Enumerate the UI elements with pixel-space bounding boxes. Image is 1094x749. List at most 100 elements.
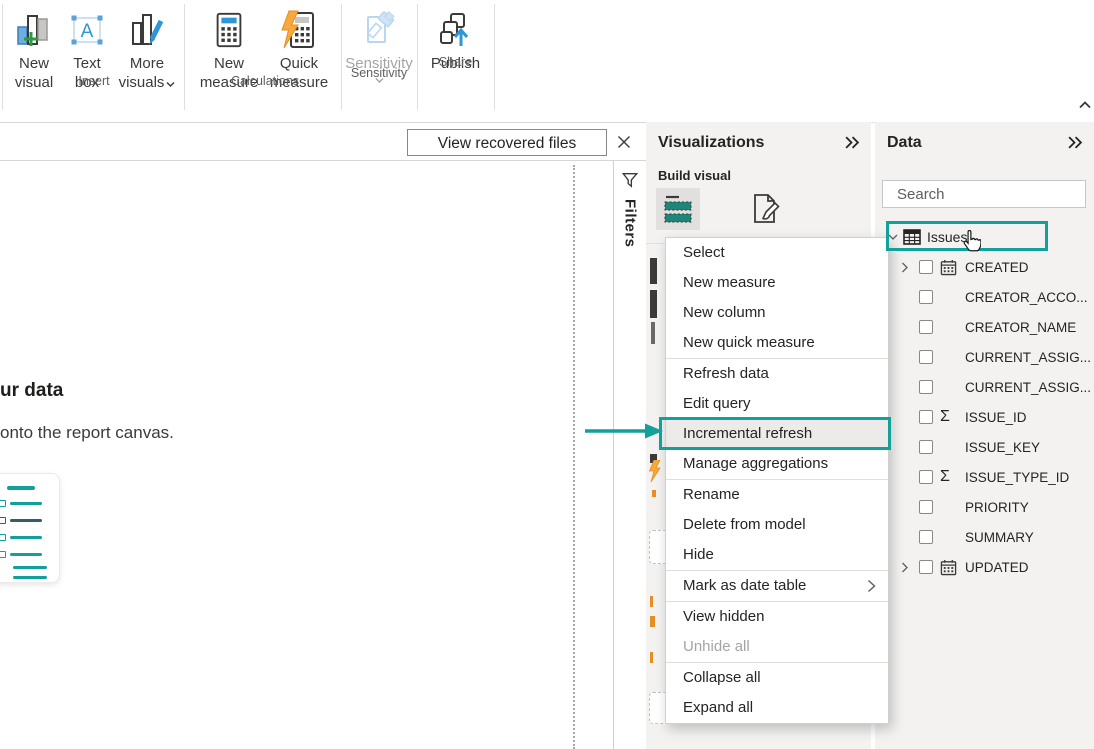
data-pane: Data Issues CREATED CREATOR_ACCO.: [875, 122, 1094, 749]
table-name: Issues: [927, 229, 967, 245]
menu-item-mark-as-date-table[interactable]: Mark as date table: [666, 571, 888, 601]
format-visual-tab[interactable]: [744, 190, 784, 228]
chevron-up-icon: [1078, 100, 1092, 109]
menu-item-select[interactable]: Select: [666, 238, 888, 268]
menu-item-manage-aggregations[interactable]: Manage aggregations: [666, 449, 888, 479]
recovered-files-bar: View recovered files: [0, 122, 646, 161]
field-checkbox[interactable]: [919, 410, 933, 424]
format-brush-icon: [746, 191, 782, 227]
fields-illustration: [0, 473, 60, 583]
ribbon-separator: [184, 4, 185, 110]
field-row-current-assignee-1[interactable]: CURRENT_ASSIG...: [875, 342, 1094, 372]
canvas-heading: ur data: [0, 380, 63, 402]
build-visual-label: Build visual: [658, 168, 731, 183]
menu-item-new-column[interactable]: New column: [666, 298, 888, 328]
data-pane-title: Data: [887, 134, 922, 152]
menu-item-delete-from-model[interactable]: Delete from model: [666, 510, 888, 540]
ribbon-group-label-calculations: Calculations: [190, 74, 340, 88]
field-checkbox[interactable]: [919, 290, 933, 304]
menu-item-expand-all[interactable]: Expand all: [666, 693, 888, 723]
field-row-issue-type-id[interactable]: Σ ISSUE_TYPE_ID: [875, 462, 1094, 492]
field-row-created[interactable]: CREATED: [875, 252, 1094, 282]
sigma-icon: Σ: [940, 409, 950, 425]
visualizations-title: Visualizations: [658, 134, 764, 152]
field-checkbox[interactable]: [919, 440, 933, 454]
menu-item-new-quick-measure[interactable]: New quick measure: [666, 328, 888, 358]
menu-item-unhide-all: Unhide all: [666, 632, 888, 662]
ribbon: New visual A Text box: [0, 0, 1094, 123]
menu-item-hide[interactable]: Hide: [666, 540, 888, 570]
svg-text:A: A: [81, 21, 94, 42]
field-row-summary[interactable]: SUMMARY: [875, 522, 1094, 552]
quick-measure-icon: [279, 6, 319, 54]
visual-gallery-fragment: [650, 596, 653, 607]
publish-icon: [436, 6, 476, 54]
field-row-creator-name[interactable]: CREATOR_NAME: [875, 312, 1094, 342]
chevron-down-icon: [888, 233, 898, 241]
visual-gallery-fragment: [650, 616, 655, 627]
menu-item-collapse-all[interactable]: Collapse all: [666, 663, 888, 693]
table-row-issues[interactable]: Issues: [875, 222, 1094, 251]
field-row-issue-key[interactable]: ISSUE_KEY: [875, 432, 1094, 462]
field-checkbox[interactable]: [919, 320, 933, 334]
collapse-visualizations-button[interactable]: [843, 135, 863, 151]
build-visual-icon: [660, 192, 696, 226]
ribbon-group-label-sensitivity: Sensitivity: [341, 66, 417, 80]
filters-pane-collapsed[interactable]: Filters: [613, 161, 646, 749]
visual-gallery-fragment: [650, 652, 653, 663]
menu-item-new-measure[interactable]: New measure: [666, 268, 888, 298]
menu-item-view-hidden[interactable]: View hidden: [666, 602, 888, 632]
data-search-box: [882, 180, 1086, 208]
table-context-menu: Select New measure New column New quick …: [665, 237, 889, 724]
double-chevron-right-icon: [1066, 135, 1084, 150]
collapse-data-pane-button[interactable]: [1066, 135, 1086, 151]
visual-gallery-fragment: [650, 290, 657, 318]
field-row-creator-account[interactable]: CREATOR_ACCO...: [875, 282, 1094, 312]
visual-gallery-fragment: [652, 490, 656, 497]
close-notification-button[interactable]: [613, 131, 635, 153]
collapse-ribbon-button[interactable]: [1074, 94, 1094, 114]
canvas-page-edge: [573, 165, 575, 749]
more-visuals-icon: [127, 6, 167, 54]
field-checkbox[interactable]: [919, 380, 933, 394]
menu-item-refresh-data[interactable]: Refresh data: [666, 359, 888, 389]
field-row-current-assignee-2[interactable]: CURRENT_ASSIG...: [875, 372, 1094, 402]
table-icon: [903, 229, 921, 245]
canvas-subtext: onto the report canvas.: [0, 423, 174, 443]
field-checkbox[interactable]: [919, 530, 933, 544]
sigma-icon: Σ: [940, 469, 950, 485]
field-row-priority[interactable]: PRIORITY: [875, 492, 1094, 522]
field-checkbox[interactable]: [919, 560, 933, 574]
sensitivity-icon: [359, 6, 399, 54]
search-input[interactable]: [895, 185, 1094, 204]
calendar-icon: [940, 559, 957, 576]
filters-pane-title: Filters: [622, 199, 639, 248]
field-checkbox[interactable]: [919, 260, 933, 274]
ribbon-group-label-share: Share: [417, 55, 494, 69]
chevron-right-icon: [901, 262, 909, 273]
report-canvas[interactable]: ur data onto the report canvas.: [0, 161, 613, 749]
menu-item-incremental-refresh[interactable]: Incremental refresh: [666, 419, 888, 449]
close-icon: [617, 135, 631, 149]
lightning-fragment-icon: [648, 460, 663, 482]
field-checkbox[interactable]: [919, 500, 933, 514]
ribbon-separator: [494, 4, 495, 110]
build-visual-tab[interactable]: [656, 188, 700, 230]
ribbon-separator: [2, 4, 3, 110]
fields-list: CREATED CREATOR_ACCO... CREATOR_NAME CUR…: [875, 252, 1094, 582]
chevron-right-icon: [901, 562, 909, 573]
submenu-arrow-icon: [867, 579, 876, 593]
double-chevron-right-icon: [843, 135, 861, 150]
field-checkbox[interactable]: [919, 470, 933, 484]
annotation-arrow: [583, 419, 667, 443]
visual-gallery-fragment: [650, 258, 657, 284]
menu-item-rename[interactable]: Rename: [666, 480, 888, 510]
new-visual-icon: [14, 6, 54, 54]
text-box-icon: A: [67, 6, 107, 54]
calendar-icon: [940, 259, 957, 276]
menu-item-edit-query[interactable]: Edit query: [666, 389, 888, 419]
field-row-issue-id[interactable]: Σ ISSUE_ID: [875, 402, 1094, 432]
field-checkbox[interactable]: [919, 350, 933, 364]
field-row-updated[interactable]: UPDATED: [875, 552, 1094, 582]
view-recovered-files-button[interactable]: View recovered files: [407, 129, 607, 156]
